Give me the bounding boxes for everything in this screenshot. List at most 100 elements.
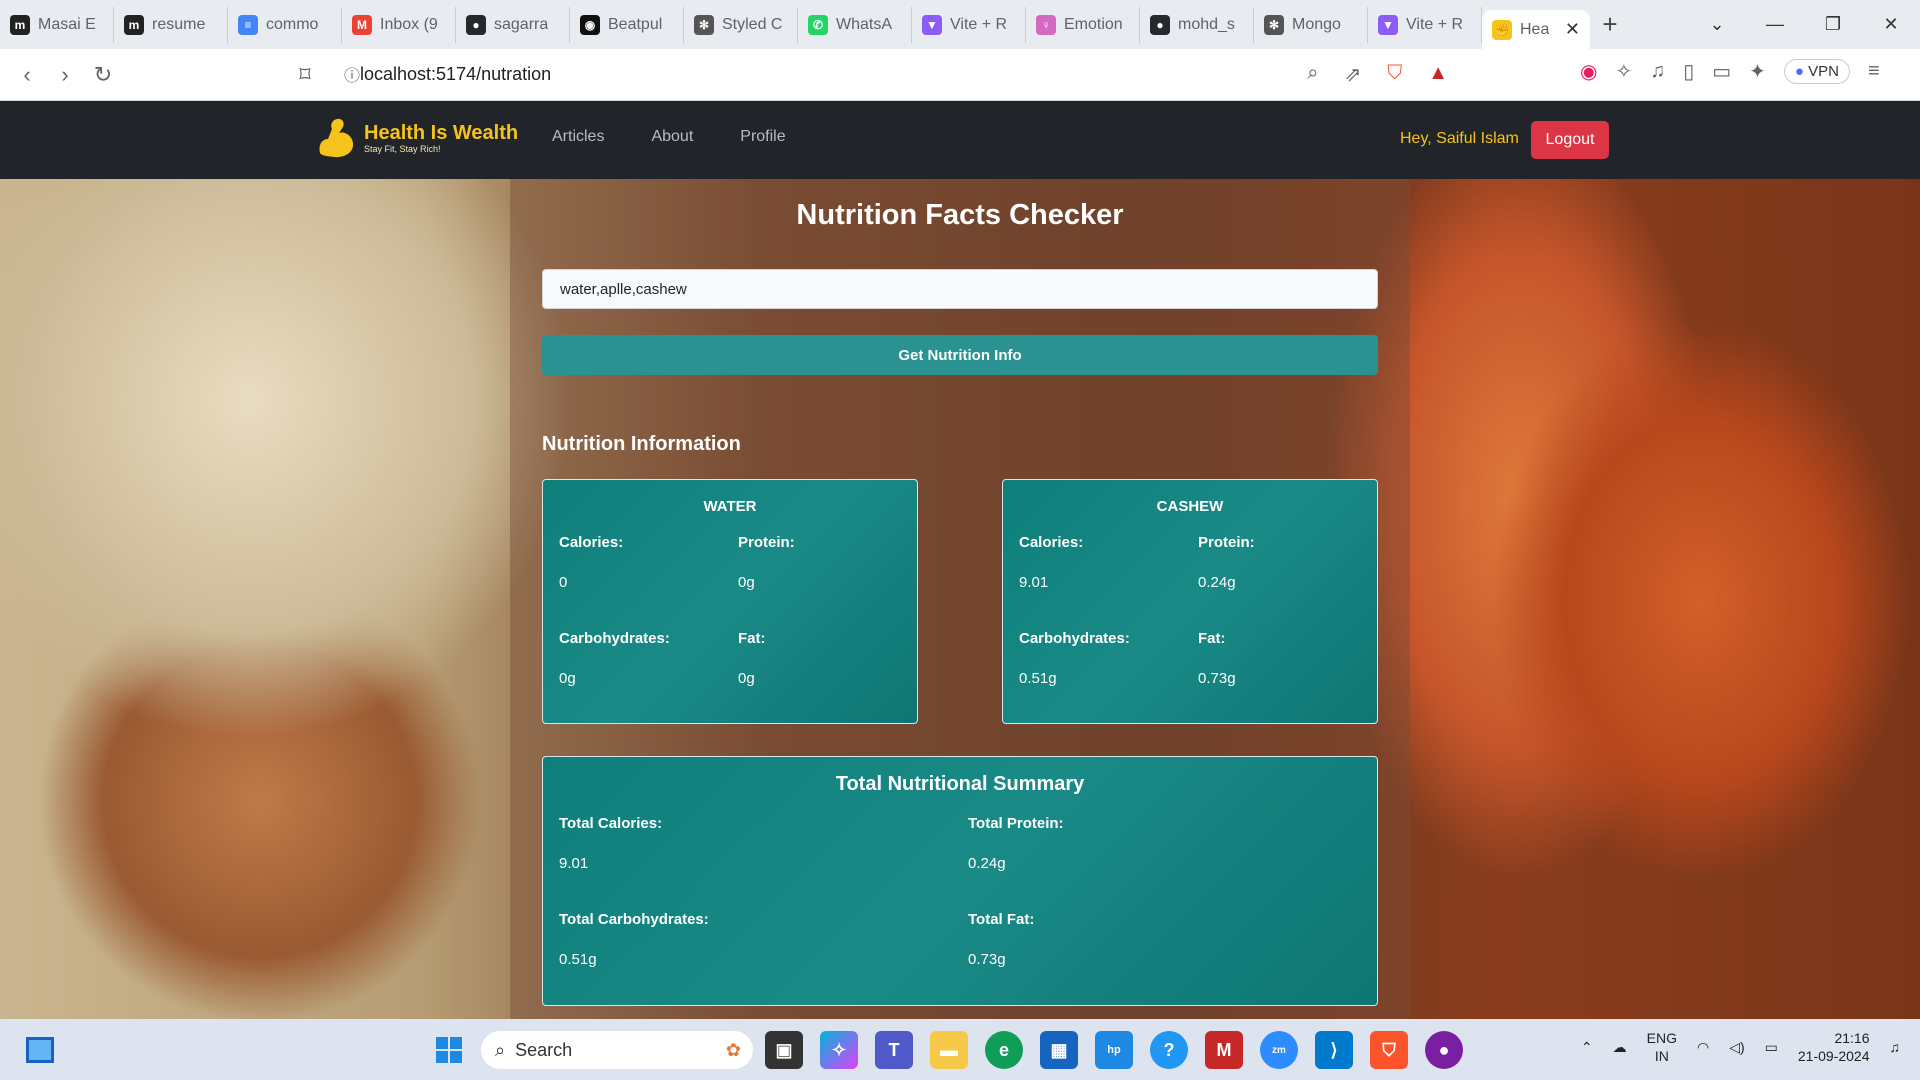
protein-label: Protein: xyxy=(1198,534,1255,551)
onedrive-icon[interactable]: ☁ xyxy=(1613,1039,1627,1056)
brand[interactable]: Health Is Wealth Stay Fit, Stay Rich! xyxy=(314,115,518,161)
browser-tab[interactable]: ● mohd_s xyxy=(1140,6,1254,43)
browser-tab[interactable]: M Inbox (9 xyxy=(342,6,456,43)
brave-rewards-icon[interactable]: ▲ xyxy=(1428,62,1448,87)
media-icon[interactable]: ♫ xyxy=(1650,60,1665,83)
vpn-button[interactable]: ● VPN xyxy=(1783,59,1850,84)
widgets-icon[interactable] xyxy=(26,1037,54,1063)
browser-tab[interactable]: m Masai E xyxy=(0,6,114,43)
share-icon[interactable]: ⇗ xyxy=(1344,62,1361,87)
nutrition-panel: Nutrition Facts Checker Get Nutrition In… xyxy=(510,179,1410,1019)
copilot-icon[interactable]: ✧ xyxy=(820,1031,858,1069)
tab-label: Inbox (9 xyxy=(380,15,438,33)
vite-icon: ▼ xyxy=(1378,14,1398,35)
total-protein-value: 0.24g xyxy=(968,855,1006,872)
help-icon[interactable]: ? xyxy=(1150,1031,1188,1069)
total-summary-card: Total Nutritional Summary Total Calories… xyxy=(542,756,1378,1006)
myhp-icon[interactable]: hp xyxy=(1095,1031,1133,1069)
brand-title: Health Is Wealth xyxy=(364,122,519,144)
leo-ai-icon[interactable]: ✦ xyxy=(1749,59,1766,84)
zoom-icon[interactable]: ⌕ xyxy=(1307,62,1318,87)
whatsapp-icon: ✆ xyxy=(808,14,828,35)
wifi-icon[interactable]: ◠ xyxy=(1697,1039,1709,1056)
notification-bell-icon[interactable]: ♫ xyxy=(1890,1039,1901,1055)
browser-tab[interactable]: ● sagarra xyxy=(456,6,570,43)
wallet-icon[interactable]: ▭ xyxy=(1712,59,1731,84)
browser-tab[interactable]: ◉ Beatpul xyxy=(570,6,684,43)
browser-tab[interactable]: ✻ Styled C xyxy=(684,6,798,43)
tab-label: sagarra xyxy=(494,15,549,33)
language-indicator[interactable]: ENG IN xyxy=(1647,1029,1677,1065)
chevron-up-icon[interactable]: ⌃ xyxy=(1581,1039,1593,1056)
calories-value: 0 xyxy=(559,574,568,591)
store-icon[interactable]: ▦ xyxy=(1040,1031,1078,1069)
beatpulse-icon: ◉ xyxy=(580,14,600,35)
brave-icon[interactable]: ⛉ xyxy=(1370,1031,1408,1069)
menu-icon[interactable]: ≡ xyxy=(1868,60,1880,83)
teams-icon[interactable]: T xyxy=(875,1031,913,1069)
clock[interactable]: 21:16 21-09-2024 xyxy=(1798,1029,1870,1065)
taskbar-search[interactable]: ⌕ Search ✿ xyxy=(481,1031,753,1069)
bookmark-icon[interactable]: ⌑ xyxy=(286,62,324,88)
color-extension-icon[interactable]: ◉ xyxy=(1580,59,1597,84)
url-text[interactable]: localhost:5174/nutration xyxy=(360,64,551,85)
forward-icon[interactable]: › xyxy=(46,62,84,88)
mcafee-icon[interactable]: M xyxy=(1205,1031,1243,1069)
tab-label: Beatpul xyxy=(608,15,663,33)
github-icon: ● xyxy=(466,14,486,35)
tab-list: m Masai Em resume ≡ commo M Inbox (9 ● sagarra ◉ B… xyxy=(0,6,1482,43)
protein-value: 0g xyxy=(738,574,755,591)
food-query-input[interactable] xyxy=(542,269,1378,309)
tab-active[interactable]: ✊ Hea ✕ xyxy=(1482,9,1590,50)
edge-icon[interactable]: e xyxy=(985,1031,1023,1069)
reload-icon[interactable]: ↻ xyxy=(84,62,122,88)
file-explorer-icon[interactable]: ▬ xyxy=(930,1031,968,1069)
browser-tab[interactable]: ♀ Emotion xyxy=(1026,6,1140,43)
back-icon[interactable]: ‹ xyxy=(8,62,46,88)
extensions-icon[interactable]: ✧ xyxy=(1615,59,1632,84)
brave-shield-icon[interactable]: ⛉ xyxy=(1387,62,1402,87)
nutrition-card-water: WATER Calories: Protein: 0 0g Carbohydra… xyxy=(542,479,918,724)
get-nutrition-button[interactable]: Get Nutrition Info xyxy=(542,335,1378,375)
sidebar-icon[interactable]: ▯ xyxy=(1683,59,1694,84)
close-icon[interactable]: ✕ xyxy=(1565,19,1580,40)
address-bar[interactable]: ⓘ localhost:5174/nutration ⌕ ⇗ ⛉ ▲ xyxy=(330,55,1466,93)
zoom-app-icon[interactable]: zm xyxy=(1260,1031,1298,1069)
battery-icon[interactable]: ▭ xyxy=(1765,1039,1778,1056)
tab-search-icon[interactable]: ⌄ xyxy=(1688,14,1746,35)
new-tab-button[interactable]: + xyxy=(1590,9,1630,40)
taskbar-apps: ▣ ✧ T ▬ e ▦ hp ? M zm ⟩ ⛉ ● xyxy=(765,1031,1463,1069)
browser-tab[interactable]: ✻ Mongo xyxy=(1254,6,1368,43)
extensions-area: ◉ ✧ ♫ ▯ ▭ ✦ ● VPN ≡ xyxy=(1580,59,1880,84)
fat-value: 0g xyxy=(738,670,755,687)
search-icon: ⌕ xyxy=(495,1039,506,1060)
restore-button[interactable]: ❐ xyxy=(1804,14,1862,35)
logout-button[interactable]: Logout xyxy=(1531,121,1609,159)
tab-label: commo xyxy=(266,15,319,33)
nav-about[interactable]: About xyxy=(651,128,693,146)
page-title: Nutrition Facts Checker xyxy=(796,199,1124,231)
start-icon[interactable] xyxy=(430,1031,468,1069)
nav-profile[interactable]: Profile xyxy=(740,128,785,146)
nav-articles[interactable]: Articles xyxy=(552,128,604,146)
browser-tab[interactable]: m resume xyxy=(114,6,228,43)
calories-label: Calories: xyxy=(1019,534,1084,551)
site-info-icon[interactable]: ⓘ xyxy=(344,62,360,86)
close-window-button[interactable]: ✕ xyxy=(1862,14,1920,35)
browser-tab[interactable]: ≡ commo xyxy=(228,6,342,43)
browser-tab[interactable]: ✆ WhatsA xyxy=(798,6,912,43)
github-desktop-icon[interactable]: ● xyxy=(1425,1031,1463,1069)
minimize-button[interactable]: — xyxy=(1746,14,1804,35)
carbs-label: Carbohydrates: xyxy=(1019,630,1130,647)
protein-value: 0.24g xyxy=(1198,574,1236,591)
summary-title: Total Nutritional Summary xyxy=(835,773,1085,795)
total-calories-value: 9.01 xyxy=(559,855,589,872)
vscode-icon[interactable]: ⟩ xyxy=(1315,1031,1353,1069)
tab-label: WhatsA xyxy=(836,15,893,33)
browser-tab[interactable]: ▼ Vite + R xyxy=(912,6,1026,43)
task-view-icon[interactable]: ▣ xyxy=(765,1031,803,1069)
browser-tab[interactable]: ▼ Vite + R xyxy=(1368,6,1482,43)
browser-toolbar: ‹ › ↻ ⌑ ⓘ localhost:5174/nutration ⌕ ⇗ ⛉… xyxy=(0,49,1920,101)
window-controls: ⌄ — ❐ ✕ xyxy=(1688,14,1920,35)
volume-icon[interactable]: ◁) xyxy=(1729,1039,1744,1056)
